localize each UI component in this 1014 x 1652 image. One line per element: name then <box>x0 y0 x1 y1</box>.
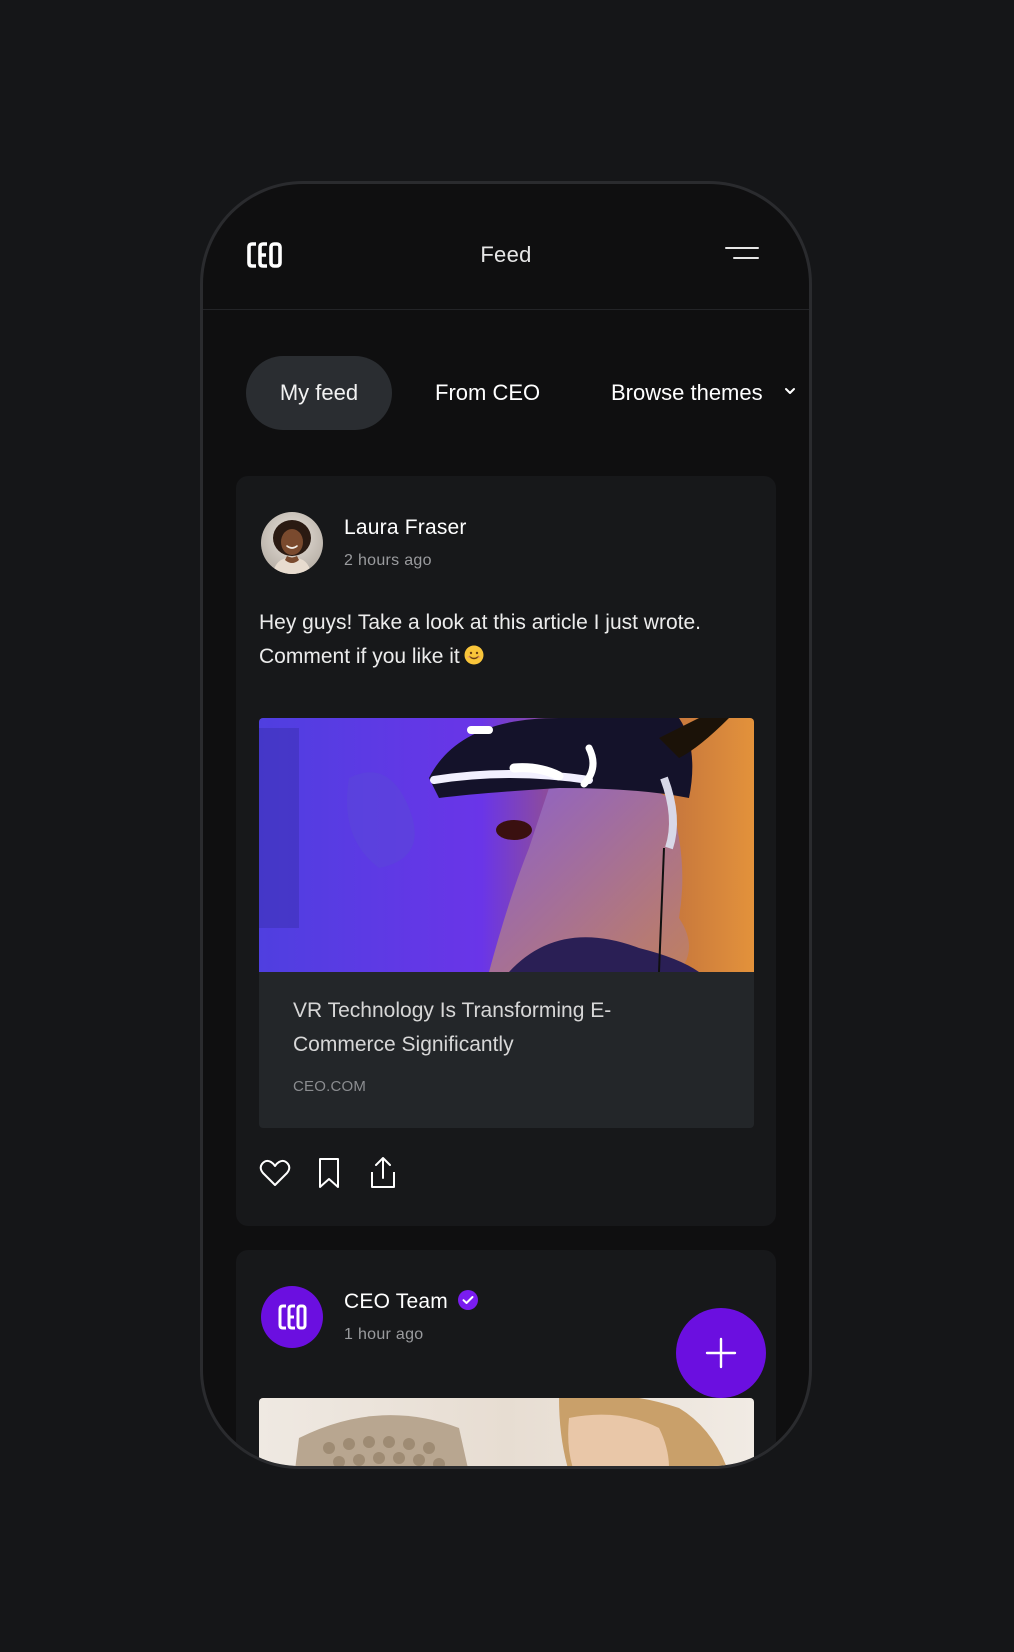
post-author[interactable]: Laura Fraser <box>344 516 467 540</box>
hamburger-menu-icon[interactable] <box>723 244 759 266</box>
smiling-face-emoji <box>464 645 484 665</box>
avatar[interactable] <box>261 1286 323 1348</box>
post-body: Hey guys! Take a look at this article I … <box>259 606 749 674</box>
tab-from-ceo[interactable]: From CEO <box>435 356 540 430</box>
menu-line <box>725 247 759 249</box>
bookmark-icon[interactable] <box>312 1156 346 1190</box>
article-image <box>259 718 754 972</box>
article-link-preview[interactable]: VR Technology Is Transforming E-Commerce… <box>259 718 754 1128</box>
tab-browse-themes-label: Browse themes <box>611 380 763 405</box>
article-title: VR Technology Is Transforming E-Commerce… <box>293 999 612 1056</box>
post-photo <box>259 1398 754 1466</box>
menu-line <box>733 257 759 259</box>
post-card: Laura Fraser 2 hours ago Hey guys! Take … <box>236 476 776 1226</box>
tab-my-feed[interactable]: My feed <box>246 356 392 430</box>
page-title: Feed <box>480 242 532 267</box>
heart-icon[interactable] <box>258 1156 292 1190</box>
post-image[interactable] <box>259 1398 754 1466</box>
feed-tabs: My feed From CEO Browse themes <box>203 356 809 430</box>
plus-icon <box>705 1337 737 1369</box>
article-domain: CEO.COM <box>293 1078 367 1095</box>
post-author-name: CEO Team <box>344 1290 448 1313</box>
post-time: 1 hour ago <box>344 1326 424 1343</box>
post-author[interactable]: CEO Team <box>344 1290 478 1314</box>
verified-badge-icon <box>457 1290 478 1310</box>
tab-browse-themes[interactable]: Browse themes <box>611 356 763 430</box>
page: Feed My feed From CEO Browse themes Laur… <box>0 0 1014 1652</box>
create-post-button[interactable] <box>676 1308 766 1398</box>
avatar-photo <box>261 512 323 574</box>
post-time: 2 hours ago <box>344 552 432 569</box>
avatar[interactable] <box>261 512 323 574</box>
ceo-logo <box>278 1304 307 1330</box>
share-icon[interactable] <box>366 1156 400 1190</box>
app-header: Feed <box>203 184 809 310</box>
phone-frame: Feed My feed From CEO Browse themes Laur… <box>203 184 809 1466</box>
chevron-down-icon[interactable] <box>783 384 797 398</box>
